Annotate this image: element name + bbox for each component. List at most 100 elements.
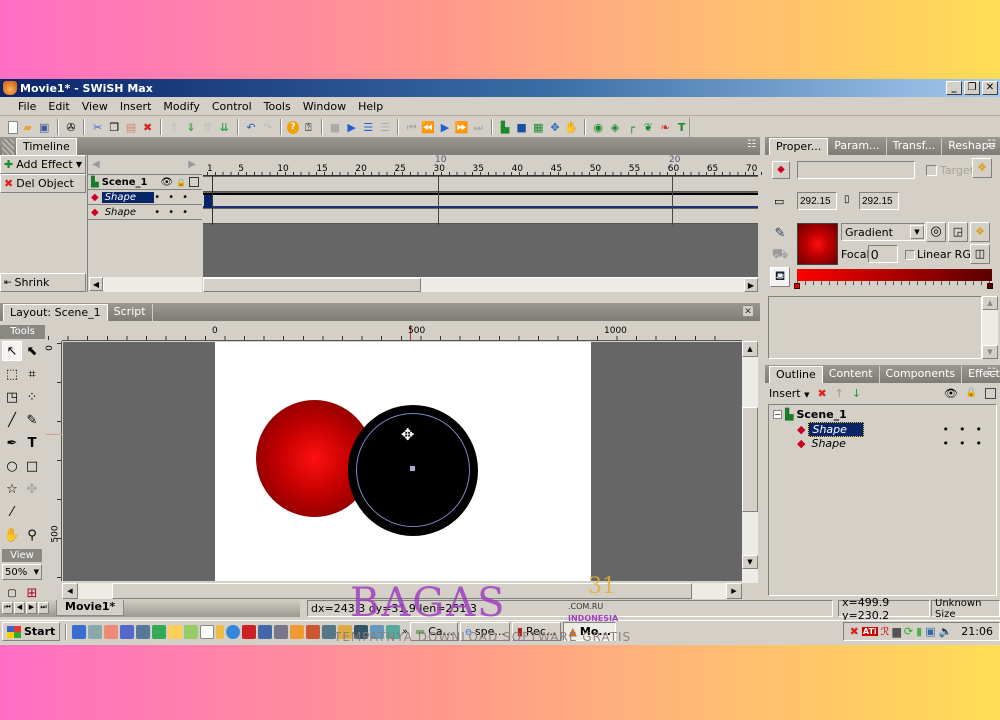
scroll-left-button[interactable]: ◀ [62, 583, 78, 599]
properties-notes-area[interactable] [768, 296, 982, 359]
tree-item-scene[interactable]: − ▙ Scene_1 [773, 408, 847, 421]
panel-menu-icon[interactable]: ☷ [747, 139, 756, 150]
fill-style-icon[interactable]: ⛟ [770, 245, 790, 265]
quicklaunch-app-icon[interactable] [306, 624, 321, 639]
gradient-bar[interactable] [797, 269, 992, 281]
gradient-preview-swatch[interactable] [797, 223, 838, 265]
bring-front-icon[interactable]: ⇈ [200, 119, 215, 135]
paint-bucket-icon[interactable]: ⛾ [770, 267, 790, 287]
tab-timeline[interactable]: Timeline [16, 138, 77, 155]
eyedropper-tool-icon[interactable]: ⁄ [2, 502, 22, 522]
vertical-ruler[interactable]: 0 500 [45, 341, 62, 583]
taskbar-task[interactable]: ▬ Ca... [409, 622, 459, 641]
menu-help[interactable]: Help [352, 100, 389, 113]
tab-transform[interactable]: Transf... [887, 138, 943, 155]
paste-icon[interactable]: ▤ [124, 119, 139, 135]
insert-image-icon[interactable]: ✋ [564, 119, 579, 135]
insert-sprite-icon[interactable]: ■ [514, 119, 529, 135]
gradient-options-button[interactable]: ◫ [970, 244, 990, 264]
quicklaunch-app-icon[interactable] [338, 624, 353, 639]
move-down-icon[interactable]: ↓ [852, 387, 861, 400]
names-hscroll[interactable] [104, 277, 202, 292]
autoshape-tool-icon[interactable]: ✤ [22, 479, 42, 499]
taskbar-task[interactable]: e spe... [460, 622, 510, 641]
send-back-icon[interactable]: ⇊ [217, 119, 232, 135]
workspace-canvas[interactable]: ✥ [63, 342, 742, 581]
hscroll-thumb[interactable] [203, 278, 421, 292]
line-tool-icon[interactable]: ╱ [2, 410, 22, 430]
taskbar-task-active[interactable]: ▲ Mo... [563, 622, 616, 641]
ellipse-tool-icon[interactable]: ○ [2, 456, 22, 476]
minimize-button[interactable]: _ [946, 81, 962, 95]
tab-content[interactable]: Content [823, 366, 880, 383]
first-frame-icon[interactable]: ⏮ [404, 119, 419, 135]
stage-vscroll[interactable]: ▲ ▼ [742, 341, 758, 583]
preview-icon[interactable]: ✇ [64, 119, 79, 135]
notes-vscroll[interactable]: ▲ ▼ [982, 296, 998, 359]
timeline-layer-row[interactable]: ◆ Shape ••• [88, 190, 202, 205]
horizontal-ruler[interactable]: 0 500 1000 [48, 325, 742, 341]
start-button[interactable]: Start [2, 622, 61, 641]
play-effect-icon[interactable]: ☰ [378, 119, 393, 135]
delete-icon[interactable]: ✖ [817, 387, 826, 400]
timeline-frames[interactable]: 15101520253035404550556065701020 ◀ ▶ [103, 155, 762, 292]
timeline-hscroll[interactable]: ◀ ▶ [103, 277, 758, 292]
prev-frame-icon[interactable]: ⏪ [421, 119, 436, 135]
menu-control[interactable]: Control [206, 100, 258, 113]
redo-icon[interactable]: ↷ [260, 119, 275, 135]
star-tool-icon[interactable]: ☆ [2, 479, 22, 499]
quicklaunch-app-icon[interactable] [168, 624, 183, 639]
names-scroll-left-button[interactable]: ◀ [89, 277, 103, 291]
center-handle[interactable] [410, 466, 415, 471]
tab-outline[interactable]: Outline [769, 366, 823, 383]
text-tool-icon[interactable]: T [22, 433, 42, 453]
new-file-icon[interactable] [8, 120, 19, 134]
shrink-button[interactable]: ⇤ Shrink [0, 273, 86, 292]
visibility-eye-icon[interactable]: 👁 [160, 177, 173, 188]
insert-scene-icon[interactable]: ▙ [498, 119, 513, 135]
quicklaunch-app-icon[interactable] [258, 624, 273, 639]
play-frame-icon[interactable]: ▶ [438, 119, 453, 135]
scroll-right-button[interactable]: ▶ [744, 278, 758, 292]
insert-path-icon[interactable]: ┌ [624, 119, 639, 135]
panel-grip[interactable] [2, 139, 14, 155]
stop-icon[interactable]: ■ [328, 119, 343, 135]
delete-icon[interactable]: ✖ [140, 119, 155, 135]
clock[interactable]: 21:06 [961, 625, 993, 638]
scroll-right-button[interactable]: ▶ [726, 583, 742, 599]
hscroll-thumb[interactable] [112, 583, 692, 599]
move-down-icon[interactable]: ⇓ [184, 119, 199, 135]
scroll-left-icon[interactable]: ◀ [92, 159, 100, 170]
next-frame-icon[interactable]: ⏩ [454, 119, 469, 135]
acrobat-icon[interactable]: ℛ [881, 625, 890, 638]
insert-button-icon[interactable]: ✥ [548, 119, 563, 135]
rectangle-tool-icon[interactable]: □ [22, 456, 42, 476]
restore-button[interactable]: ❐ [964, 81, 980, 95]
zoom-tool-icon[interactable]: ⚲ [22, 525, 42, 545]
quicklaunch-app-icon[interactable] [184, 624, 199, 639]
add-effect-button[interactable]: ✚ Add Effect ▼ [0, 155, 86, 174]
shape-type-icon[interactable]: ◆ [772, 161, 790, 179]
stage-hscroll[interactable]: ◀ ▶ [62, 583, 742, 599]
fill-type-select[interactable]: Gradient ▼ [841, 223, 925, 241]
whats-this-icon[interactable]: ⍰ [301, 119, 316, 135]
save-icon[interactable]: ▣ [37, 119, 52, 135]
radial-gradient-button[interactable]: ◎ [926, 222, 946, 242]
open-folder-icon[interactable]: ▰ [20, 119, 35, 135]
tree-item-shape[interactable]: ◆ Shape ••• [797, 437, 992, 450]
insert-text-icon[interactable]: T [674, 119, 689, 135]
insert-sound-icon[interactable]: ◉ [591, 119, 606, 135]
frame-row-shape[interactable] [203, 193, 758, 208]
panel-menu-icon[interactable]: ☷ [987, 367, 996, 378]
quicklaunch-app-icon[interactable] [200, 624, 215, 639]
scroll-up-button[interactable]: ▲ [982, 296, 998, 310]
antivirus-icon[interactable]: ✖ [850, 625, 859, 638]
menu-window[interactable]: Window [297, 100, 352, 113]
transform-tool-icon[interactable]: ⬚ [2, 364, 22, 384]
quicklaunch-app-icon[interactable] [152, 624, 167, 639]
first-movie-button[interactable]: ⏮ [2, 602, 13, 614]
last-movie-button[interactable]: ⏭ [38, 602, 49, 614]
menu-tools[interactable]: Tools [258, 100, 297, 113]
hand-tool-icon[interactable]: ✋ [2, 525, 22, 545]
focal-input[interactable] [868, 245, 898, 263]
